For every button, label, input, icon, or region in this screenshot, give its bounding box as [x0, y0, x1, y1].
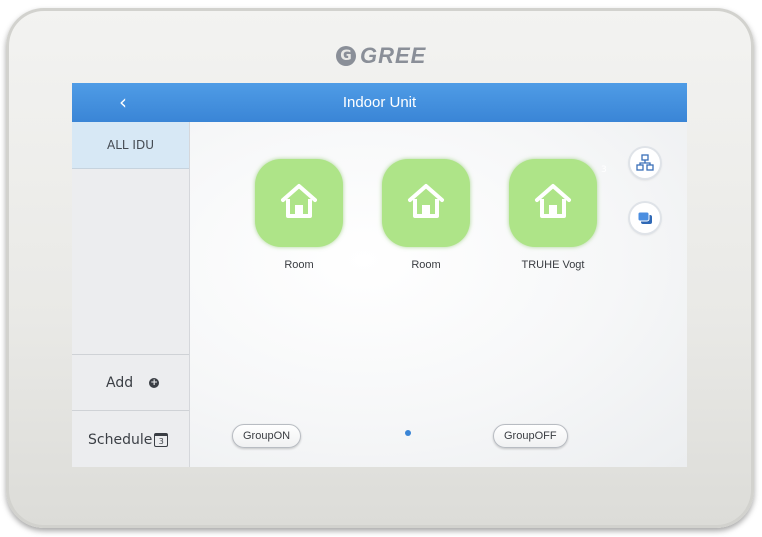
topology-button[interactable] [630, 148, 660, 178]
indoor-unit-grid: Room Room 3 TRUHE Vogt GroupON GroupOFF [190, 122, 687, 467]
unit-tile[interactable] [382, 159, 470, 247]
add-button[interactable]: Add + [72, 354, 189, 410]
indoor-unit-card[interactable]: Room [362, 159, 482, 279]
back-button[interactable]: ‹ [110, 89, 136, 115]
group-on-button[interactable]: GroupON [232, 424, 302, 448]
unit-tile[interactable] [255, 159, 343, 247]
brand-text: GREE [360, 43, 427, 68]
unit-tile[interactable]: 3 [509, 159, 607, 247]
chevron-left-icon: ‹ [119, 90, 127, 114]
schedule-label: Schedule [88, 431, 153, 448]
sidebar-item-all-idu[interactable]: ALL IDU [72, 122, 189, 169]
layers-button[interactable] [630, 203, 660, 233]
house-icon [535, 184, 571, 218]
unit-label: Room [411, 259, 441, 271]
page-title: Indoor Unit [342, 94, 417, 111]
house-icon [281, 184, 317, 218]
brand-logo: G GREE [336, 43, 427, 68]
unit-label: Room [284, 259, 314, 271]
indoor-unit-card[interactable]: 3 TRUHE Vogt [489, 159, 609, 279]
unit-label: TRUHE Vogt [521, 259, 585, 271]
touch-screen: ‹ Indoor Unit ALL IDU Add + Schedule 3 R [72, 83, 687, 467]
sidebar-item-label: ALL IDU [107, 138, 154, 152]
schedule-button[interactable]: Schedule 3 [72, 410, 189, 467]
page-indicator-dot [405, 430, 411, 436]
indoor-unit-card[interactable]: Room [235, 159, 355, 279]
add-label: Add [106, 374, 134, 391]
group-off-button[interactable]: GroupOFF [493, 424, 568, 448]
unit-badge: 3 [601, 165, 607, 175]
calendar-icon: 3 [154, 432, 169, 447]
sidebar: ALL IDU Add + Schedule 3 [72, 122, 190, 467]
brand-mark-icon: G [336, 46, 356, 66]
layers-icon [637, 211, 652, 224]
network-topology-icon [636, 154, 654, 171]
plus-icon: + [149, 377, 160, 388]
title-bar: ‹ Indoor Unit [72, 83, 687, 122]
house-icon [408, 184, 444, 218]
